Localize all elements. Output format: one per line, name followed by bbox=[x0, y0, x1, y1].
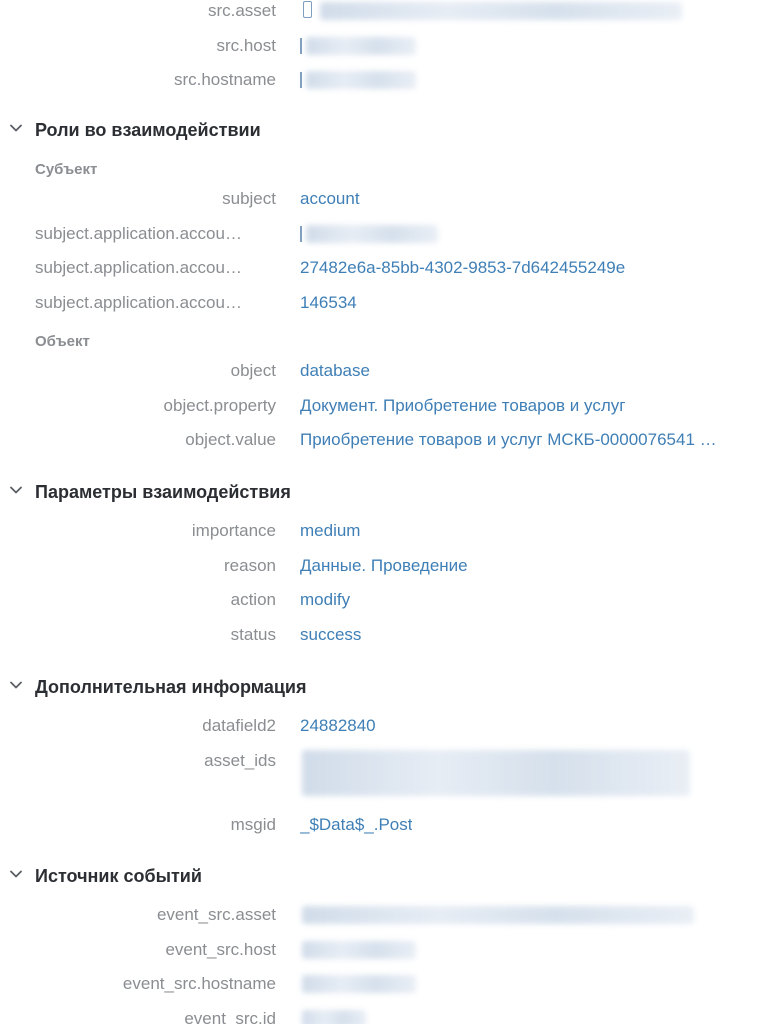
section-title: Роли во взаимодействии bbox=[35, 120, 261, 140]
field-value[interactable]: Приобретение товаров и услуг МСКБ-000007… bbox=[300, 423, 717, 458]
redacted-value bbox=[302, 940, 416, 959]
section-extra-toggle[interactable]: Дополнительная информация bbox=[0, 670, 768, 704]
object-heading: Объект bbox=[35, 333, 90, 350]
event-src-fields: event_src.asset event_src.host event_src… bbox=[0, 898, 768, 1024]
field-value[interactable]: 146534 bbox=[300, 286, 357, 321]
field-value[interactable]: 27482e6a-85bb-4302-9853-7d642455249e bbox=[300, 251, 625, 286]
field-row: object.property Документ. Приобретение т… bbox=[0, 389, 768, 424]
field-row: importance medium bbox=[0, 514, 768, 549]
field-key: subject bbox=[222, 189, 276, 208]
value-marker bbox=[300, 72, 302, 88]
section-title: Дополнительная информация bbox=[35, 677, 307, 697]
field-row: event_src.host bbox=[0, 933, 768, 968]
chevron-down-icon[interactable] bbox=[9, 867, 23, 881]
field-row: object database bbox=[0, 354, 768, 389]
field-row: event_src.asset bbox=[0, 898, 768, 933]
src-fields: src.asset src.host src.hostname bbox=[0, 0, 768, 98]
field-key: src.host bbox=[216, 35, 276, 55]
field-key: subject.application.accou… bbox=[35, 258, 242, 277]
field-key: asset_ids bbox=[204, 750, 276, 770]
section-title: Параметры взаимодействия bbox=[35, 482, 291, 502]
section-roles-toggle[interactable]: Роли во взаимодействии bbox=[0, 113, 768, 147]
params-fields: importance medium reason Данные. Проведе… bbox=[0, 514, 768, 652]
field-value[interactable]: Документ. Приобретение товаров и услуг bbox=[300, 389, 625, 424]
redacted-value bbox=[306, 36, 416, 55]
redacted-value bbox=[302, 1009, 366, 1024]
field-value[interactable]: 24882840 bbox=[300, 709, 376, 744]
field-key: object bbox=[230, 361, 276, 380]
field-key: object.property bbox=[163, 395, 276, 415]
section-params-toggle[interactable]: Параметры взаимодействия bbox=[0, 475, 768, 509]
redacted-value bbox=[302, 906, 694, 924]
subject-fields: subject account subject.application.acco… bbox=[0, 182, 768, 320]
event-details-panel: src.asset src.host src.hostname Роли во … bbox=[0, 0, 768, 1024]
redacted-value bbox=[320, 2, 682, 20]
field-row: msgid _$Data$_.Post bbox=[0, 808, 768, 843]
field-key: importance bbox=[191, 521, 276, 540]
field-row: event_src.id bbox=[0, 1002, 768, 1024]
redacted-value bbox=[302, 749, 690, 796]
extra-fields: datafield2 24882840 asset_ids msgid _$Da… bbox=[0, 709, 768, 842]
field-value[interactable]: medium bbox=[300, 514, 360, 549]
subject-heading: Субъект bbox=[35, 161, 98, 178]
chevron-down-icon[interactable] bbox=[9, 678, 23, 692]
field-key: src.asset bbox=[207, 1, 276, 20]
field-row: subject.application.accou… 146534 bbox=[0, 286, 768, 321]
value-marker bbox=[300, 37, 302, 54]
field-value[interactable]: success bbox=[300, 618, 361, 653]
field-value[interactable]: Данные. Проведение bbox=[300, 549, 468, 584]
field-row: src.asset bbox=[0, 0, 768, 29]
field-row: datafield2 24882840 bbox=[0, 709, 768, 744]
field-key: src.hostname bbox=[173, 70, 276, 89]
value-marker bbox=[300, 225, 302, 242]
object-fields: object database object.property Документ… bbox=[0, 354, 768, 458]
redacted-value bbox=[302, 975, 416, 993]
field-row: src.host bbox=[0, 29, 768, 64]
field-key: action bbox=[230, 590, 276, 609]
field-key: reason bbox=[224, 555, 276, 575]
redacted-value bbox=[306, 71, 416, 89]
field-value[interactable]: _$Data$_.Post bbox=[300, 808, 412, 843]
field-key: event_src.id bbox=[184, 1008, 276, 1024]
field-value[interactable]: modify bbox=[300, 583, 350, 618]
field-row: subject.application.accou… 27482e6a-85bb… bbox=[0, 251, 768, 286]
field-key: object.value bbox=[185, 430, 276, 449]
field-row: asset_ids bbox=[0, 744, 768, 808]
device-icon bbox=[303, 1, 312, 18]
field-row: src.hostname bbox=[0, 63, 768, 98]
field-key: event_src.hostname bbox=[122, 974, 276, 993]
field-row: object.value Приобретение товаров и услу… bbox=[0, 423, 768, 458]
field-key: datafield2 bbox=[202, 716, 276, 735]
field-row: status success bbox=[0, 618, 768, 653]
chevron-down-icon[interactable] bbox=[9, 483, 23, 497]
redacted-value bbox=[306, 224, 438, 243]
field-value[interactable]: database bbox=[300, 354, 370, 389]
field-row: event_src.hostname bbox=[0, 967, 768, 1002]
field-row: subject account bbox=[0, 182, 768, 217]
field-key: event_src.host bbox=[165, 939, 276, 959]
section-event-src-toggle[interactable]: Источник событий bbox=[0, 859, 768, 893]
field-row: subject.application.accou… bbox=[0, 217, 768, 252]
chevron-down-icon[interactable] bbox=[9, 121, 23, 135]
field-key: msgid bbox=[230, 814, 276, 834]
field-key: subject.application.accou… bbox=[35, 223, 242, 243]
field-row: action modify bbox=[0, 583, 768, 618]
field-value[interactable]: account bbox=[300, 182, 360, 217]
section-title: Источник событий bbox=[35, 866, 202, 886]
field-key: subject.application.accou… bbox=[35, 292, 242, 312]
field-key: status bbox=[230, 624, 276, 644]
field-row: reason Данные. Проведение bbox=[0, 549, 768, 584]
field-key: event_src.asset bbox=[156, 905, 276, 924]
